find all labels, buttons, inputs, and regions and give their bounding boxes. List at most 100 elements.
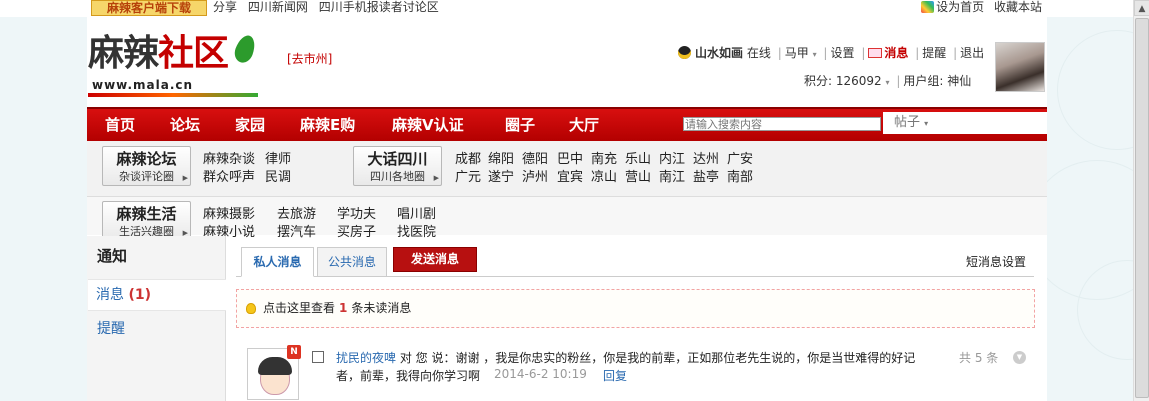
tab-public-messages[interactable]: 公共消息 bbox=[317, 247, 387, 277]
message-line1: 谢谢 ，我是你忠实的粉丝，你是我的前辈，正如那位老先生说的，你是当世难得的好记 bbox=[455, 351, 916, 365]
city-link[interactable]: 成都 bbox=[455, 148, 481, 167]
message-line2: 者，前辈，我得向你学习啊 bbox=[336, 369, 481, 383]
forum-board-title: 麻辣论坛 bbox=[116, 150, 177, 168]
user-avatar[interactable] bbox=[995, 42, 1045, 92]
message-body[interactable]: 扰民的夜啤 对 您 说：谢谢 ，我是你忠实的粉丝，你是我的前辈，正如那位老先生说… bbox=[336, 349, 926, 385]
avatar-hair bbox=[258, 357, 292, 375]
message-time: 2014-6-2 10:19 bbox=[494, 367, 587, 381]
board-link[interactable]: 麻辣杂谈 bbox=[203, 148, 255, 167]
city-link[interactable]: 乐山 bbox=[625, 148, 651, 167]
set-homepage-link[interactable]: 设为首页 bbox=[936, 0, 984, 14]
search-input[interactable] bbox=[683, 117, 881, 131]
expand-icon[interactable]: ▼ bbox=[1013, 351, 1026, 364]
chili-icon bbox=[231, 32, 259, 66]
arrow-right-icon: ▶ bbox=[182, 174, 188, 182]
sidebar-item-remind[interactable]: 提醒 bbox=[97, 318, 125, 338]
unread-notice[interactable]: 点击这里查看 1 条未读消息 bbox=[236, 289, 1035, 328]
vertical-scrollbar[interactable]: ▲ bbox=[1133, 0, 1149, 401]
nav-circle[interactable]: 圈子 bbox=[505, 109, 535, 141]
send-message-button[interactable]: 发送消息 bbox=[393, 247, 477, 272]
messages-link[interactable]: 消息 bbox=[884, 46, 908, 60]
sender-name[interactable]: 扰民的夜啤 bbox=[336, 351, 396, 365]
bookmark-link[interactable]: 收藏本站 bbox=[994, 0, 1042, 14]
life-link[interactable]: 去旅游 bbox=[277, 203, 316, 222]
city-link[interactable]: 泸州 bbox=[522, 166, 548, 185]
search-type-select[interactable]: 帖子 ▾ bbox=[883, 112, 1047, 134]
reader-forum-link[interactable]: 四川手机报读者讨论区 bbox=[319, 0, 439, 14]
download-client-button[interactable]: 麻辣客户端下载 bbox=[91, 0, 207, 16]
life-link[interactable]: 学功夫 bbox=[337, 203, 376, 222]
reply-link[interactable]: 回复 bbox=[603, 367, 627, 384]
message-settings-link[interactable]: 短消息设置 bbox=[966, 253, 1026, 270]
logo-text-b: 社区 bbox=[158, 32, 229, 74]
username[interactable]: 山水如画 bbox=[695, 46, 743, 60]
city-link[interactable]: 广安 bbox=[727, 148, 753, 167]
logo-text-a: 麻辣 bbox=[88, 32, 159, 74]
city-link[interactable]: [去市州] bbox=[287, 50, 332, 67]
life-link[interactable]: 麻辣摄影 bbox=[203, 203, 255, 222]
user-group: 用户组: 神仙 bbox=[903, 74, 972, 88]
unread-count: 1 bbox=[339, 301, 348, 315]
background-decoration bbox=[1047, 0, 1133, 401]
message-checkbox[interactable] bbox=[312, 351, 324, 363]
nav-eshop[interactable]: 麻辣E购 bbox=[300, 109, 355, 141]
board-link[interactable]: 群众呼声 bbox=[203, 166, 255, 185]
sidebar-item-messages[interactable]: 消息 (1) bbox=[88, 279, 226, 311]
user-stats: 积分: 126092 ▾ | 用户组: 神仙 bbox=[804, 74, 972, 88]
qq-icon bbox=[678, 46, 691, 59]
city-link[interactable]: 内江 bbox=[659, 148, 685, 167]
city-link[interactable]: 南充 bbox=[591, 148, 617, 167]
settings-link[interactable]: 设置 bbox=[830, 46, 854, 60]
life-link[interactable]: 找医院 bbox=[397, 221, 436, 240]
life-link[interactable]: 摆汽车 bbox=[277, 221, 316, 240]
scroll-thumb[interactable] bbox=[1135, 18, 1149, 398]
points[interactable]: 积分: 126092 bbox=[804, 74, 882, 88]
city-link[interactable]: 广元 bbox=[455, 166, 481, 185]
city-link[interactable]: 遂宁 bbox=[488, 166, 514, 185]
logout-link[interactable]: 退出 bbox=[960, 46, 984, 60]
notice-prefix: 点击这里查看 bbox=[263, 301, 336, 315]
remind-link[interactable]: 提醒 bbox=[922, 46, 946, 60]
nav-v-verify[interactable]: 麻辣V认证 bbox=[392, 109, 464, 141]
search-type-label: 帖子 bbox=[894, 115, 921, 130]
nav-hall[interactable]: 大厅 bbox=[569, 109, 599, 141]
to-you: 对 您 说： bbox=[399, 351, 456, 365]
life-board-button[interactable]: 麻辣生活 生活兴趣圈 ▶ bbox=[102, 201, 191, 241]
forum-board-button[interactable]: 麻辣论坛 杂谈评论圈 ▶ bbox=[102, 146, 191, 186]
city-link[interactable]: 凉山 bbox=[591, 166, 617, 185]
city-link[interactable]: 盐亭 bbox=[693, 166, 719, 185]
board-link[interactable]: 民调 bbox=[265, 166, 291, 185]
city-link[interactable]: 营山 bbox=[625, 166, 651, 185]
nav-home-space[interactable]: 家园 bbox=[235, 109, 265, 141]
board-link[interactable]: 律师 bbox=[265, 148, 291, 167]
mail-icon bbox=[868, 48, 883, 58]
horse-link[interactable]: 马甲 bbox=[785, 46, 809, 60]
city-link[interactable]: 德阳 bbox=[522, 148, 548, 167]
tab-private-messages[interactable]: 私人消息 bbox=[241, 247, 314, 277]
sidebar-messages-count: (1) bbox=[128, 287, 151, 303]
city-link[interactable]: 巴中 bbox=[557, 148, 583, 167]
new-badge: N bbox=[287, 345, 301, 359]
nav-forum[interactable]: 论坛 bbox=[170, 109, 200, 141]
message-total: 共 5 条 bbox=[959, 351, 999, 365]
arrow-right-icon: ▶ bbox=[433, 174, 439, 182]
sichuan-news-link[interactable]: 四川新闻网 bbox=[248, 0, 308, 14]
share-link[interactable]: 分享 bbox=[213, 0, 237, 14]
scroll-up-icon[interactable]: ▲ bbox=[1134, 0, 1149, 16]
logo-underline bbox=[88, 93, 258, 97]
sichuan-board-title: 大话四川 bbox=[367, 150, 428, 168]
life-link[interactable]: 买房子 bbox=[337, 221, 376, 240]
site-logo[interactable]: 麻辣社区 www.mala.cn bbox=[88, 31, 259, 99]
city-link[interactable]: 达州 bbox=[693, 148, 719, 167]
user-info: 山水如画 在线 | 马甲 ▾ | 设置 | 消息 | 提醒 | 退出 bbox=[678, 44, 984, 64]
city-link[interactable]: 南江 bbox=[659, 166, 685, 185]
logo-url: www.mala.cn bbox=[92, 78, 194, 92]
nav-home[interactable]: 首页 bbox=[105, 109, 135, 141]
sichuan-board-button[interactable]: 大话四川 四川各地圈 ▶ bbox=[353, 146, 442, 186]
lightbulb-icon bbox=[246, 303, 256, 314]
city-link[interactable]: 绵阳 bbox=[488, 148, 514, 167]
homepage-icon bbox=[921, 1, 935, 13]
city-link[interactable]: 宜宾 bbox=[557, 166, 583, 185]
life-link[interactable]: 唱川剧 bbox=[397, 203, 436, 222]
city-link[interactable]: 南部 bbox=[727, 166, 753, 185]
